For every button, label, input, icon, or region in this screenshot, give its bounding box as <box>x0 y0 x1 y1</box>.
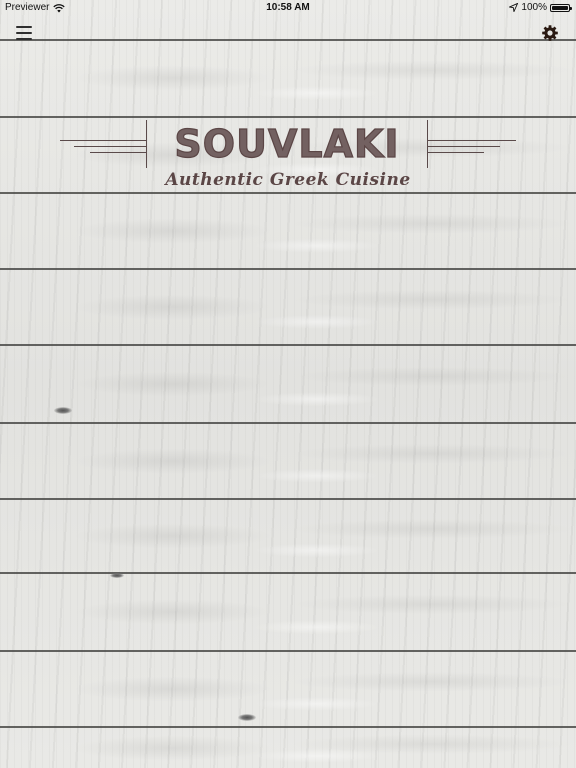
restaurant-logo: SOUVLAKI Authentic Greek Cuisine <box>60 118 516 198</box>
hamburger-menu-icon[interactable] <box>16 24 36 42</box>
clock: 10:58 AM <box>266 2 310 13</box>
battery-icon <box>550 3 572 12</box>
status-right: 100% <box>509 2 572 13</box>
gear-icon[interactable] <box>540 23 560 43</box>
battery-percent: 100% <box>521 2 547 13</box>
logo-subtitle: Authentic Greek Cuisine <box>165 170 411 190</box>
location-arrow-icon <box>509 3 519 12</box>
wood-plank-background <box>0 0 576 768</box>
logo-title: SOUVLAKI <box>174 121 400 166</box>
status-bar: Previewer 10:58 AM 100% <box>0 0 576 16</box>
